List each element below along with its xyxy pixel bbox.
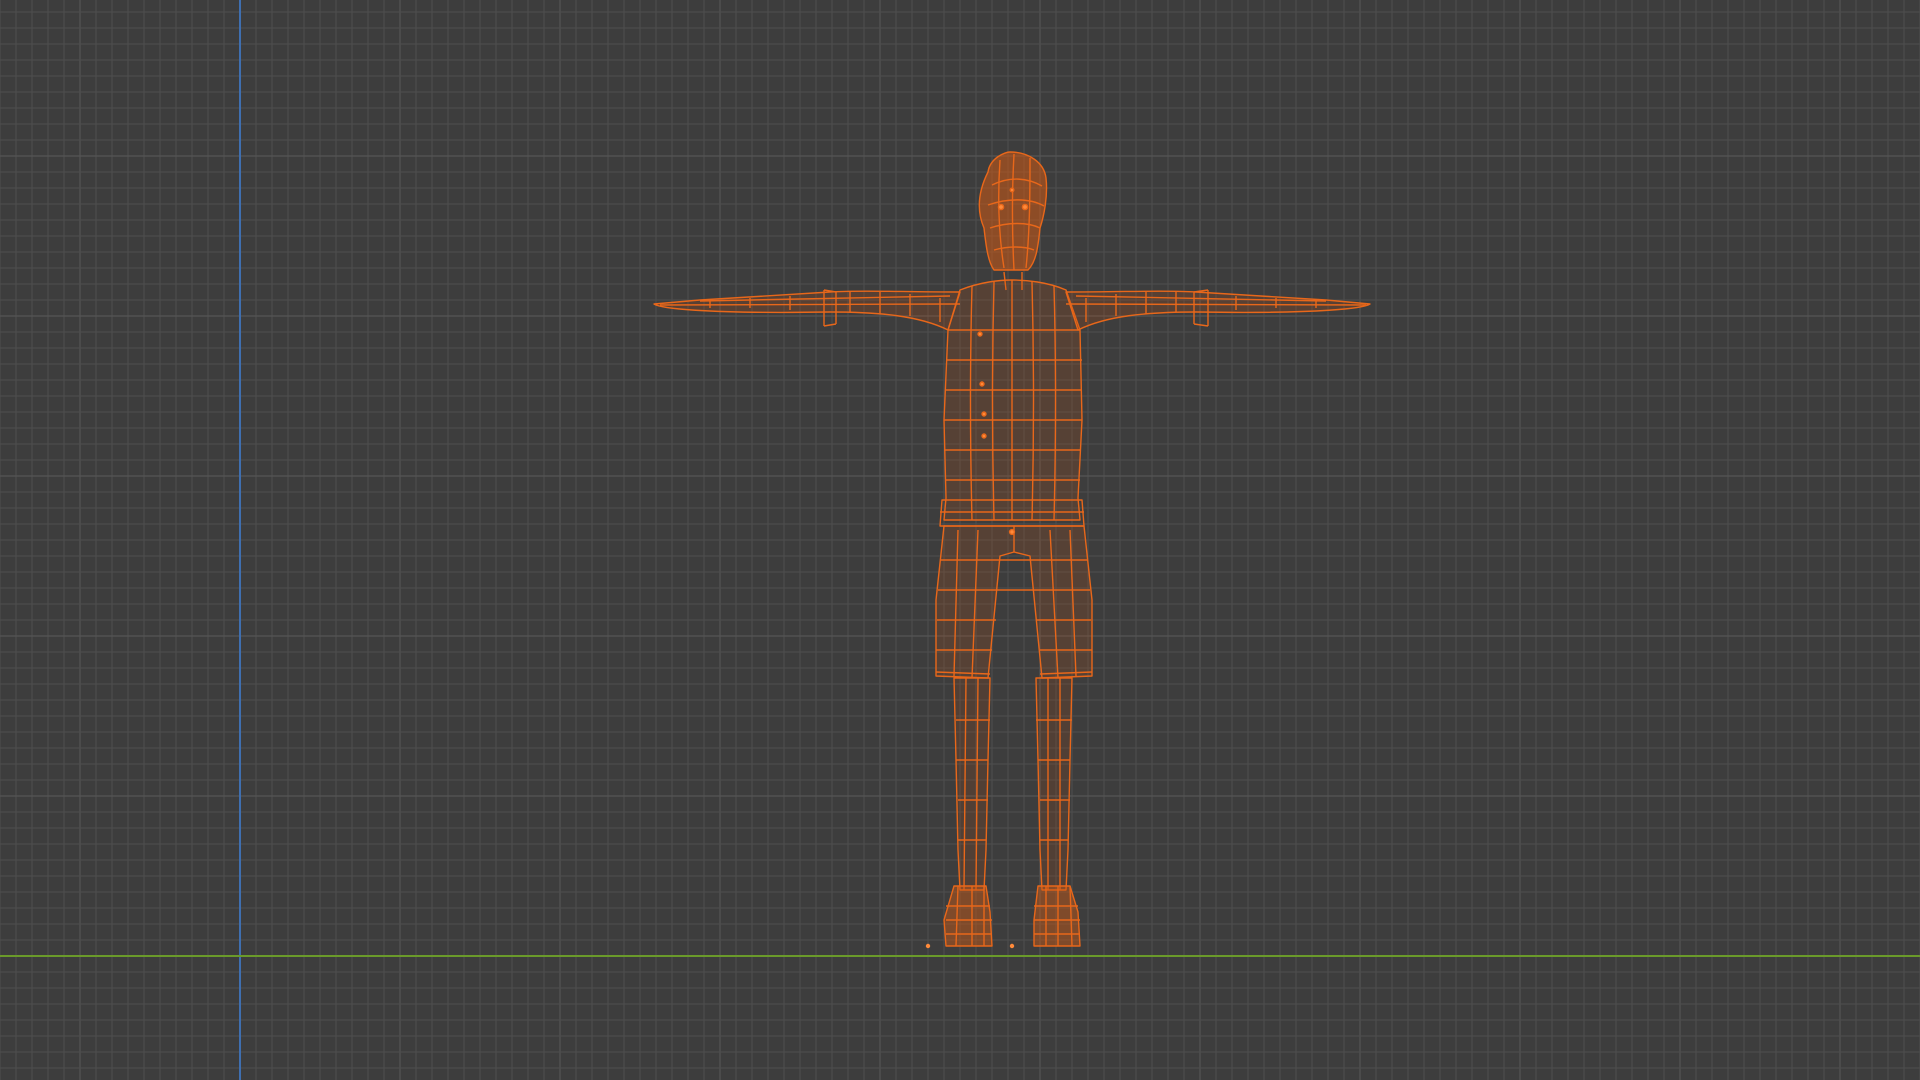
right-leg-wireframe[interactable]	[1035, 677, 1073, 891]
3d-viewport[interactable]	[0, 0, 1920, 1080]
left-shoe-wireframe[interactable]	[943, 885, 993, 947]
left-leg-wireframe[interactable]	[953, 677, 991, 891]
viewport-canvas[interactable]	[0, 0, 1920, 1080]
origin-point[interactable]	[925, 943, 931, 949]
right-shoe-wireframe[interactable]	[1033, 885, 1081, 947]
origin-point[interactable]	[1009, 943, 1015, 949]
shirt-wireframe[interactable]	[939, 279, 1085, 527]
